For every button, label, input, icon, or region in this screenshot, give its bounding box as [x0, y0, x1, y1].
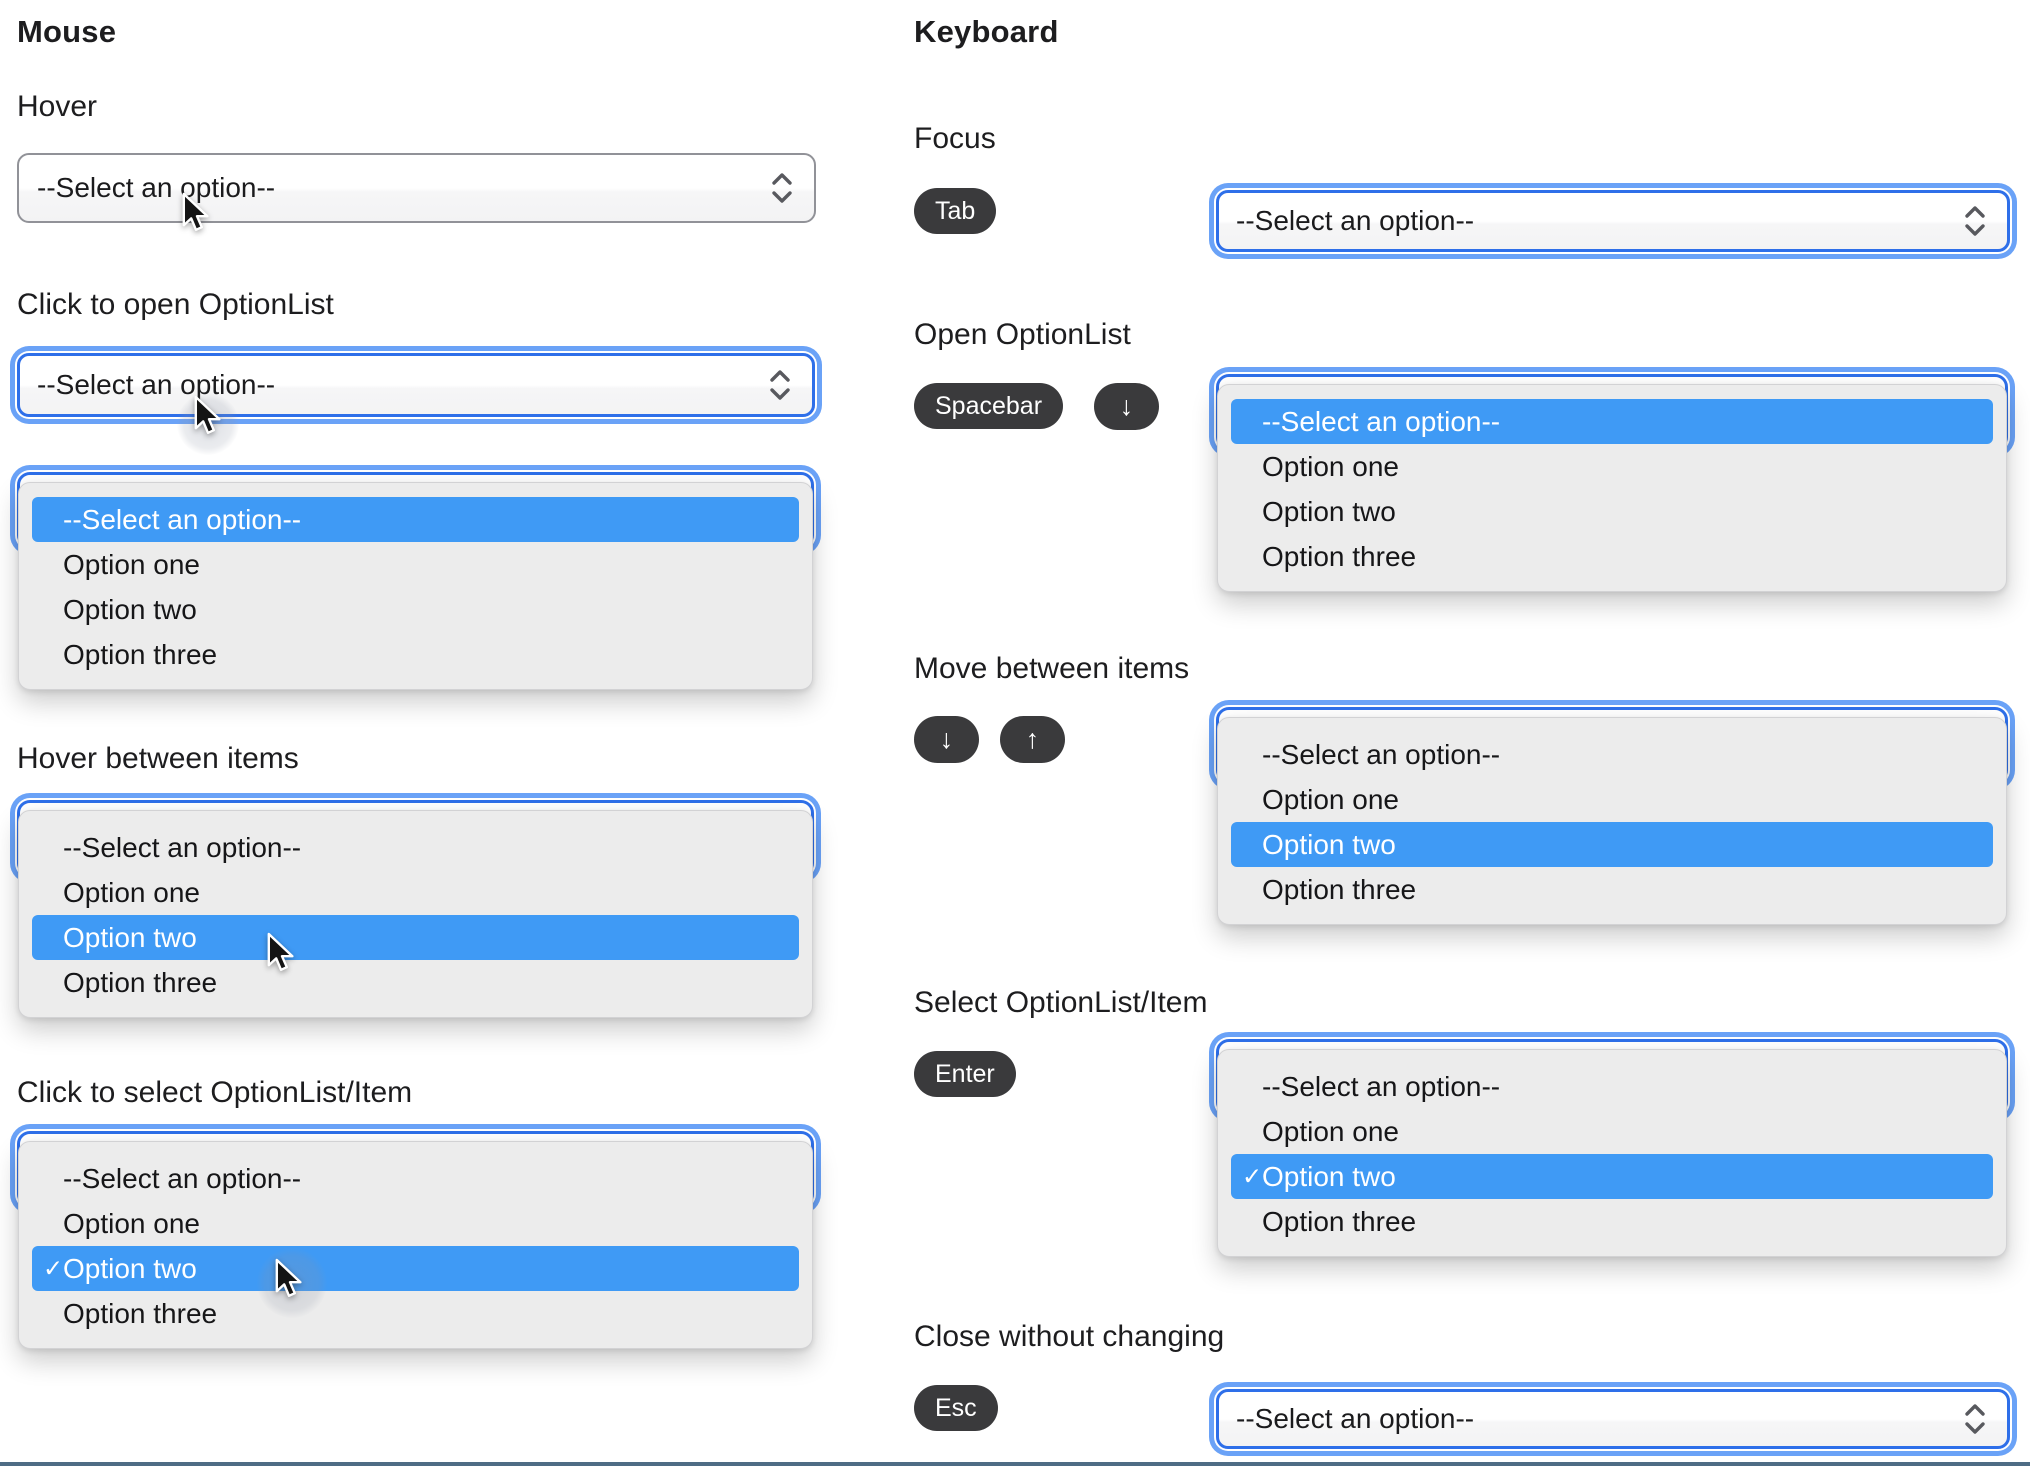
option-item[interactable]: Option one: [32, 870, 799, 915]
option-list: --Select an option-- Option one Option t…: [18, 810, 813, 1018]
mouse-cursor-icon: [182, 192, 209, 231]
optionlist-move: --Select an option-- Option one Option t…: [1212, 707, 2012, 937]
option-list: --Select an option-- Option one ✓ Option…: [18, 1141, 813, 1349]
select-close-without-changing[interactable]: --Select an option--: [1216, 1389, 2010, 1449]
option-item[interactable]: Option three: [1231, 534, 1993, 579]
close-section-label: Close without changing: [914, 1320, 1225, 1353]
optionlist-open: --Select an option-- Option one Option t…: [13, 472, 818, 702]
option-item[interactable]: Option one: [32, 542, 799, 587]
option-list: --Select an option-- Option one ✓ Option…: [1217, 1049, 2007, 1257]
option-item[interactable]: Option three: [32, 960, 799, 1005]
key-tab: Tab: [914, 188, 997, 234]
optionlist-click-select: --Select an option-- Option one ✓ Option…: [13, 1131, 818, 1361]
option-item-selected[interactable]: ✓ Option two: [1231, 1154, 1993, 1199]
chevron-up-down-icon: [1965, 1404, 1985, 1434]
option-item-selected[interactable]: --Select an option--: [32, 497, 799, 542]
hover-section-label: Hover: [17, 90, 98, 123]
mouse-cursor-icon: [275, 1258, 302, 1297]
mouse-cursor-icon: [194, 395, 221, 434]
select-value: --Select an option--: [1236, 1403, 1475, 1434]
option-item[interactable]: Option three: [32, 1291, 799, 1336]
key-enter: Enter: [914, 1051, 1016, 1097]
check-icon: ✓: [1242, 1163, 1263, 1190]
option-item[interactable]: Option one: [1231, 1109, 1993, 1154]
option-item[interactable]: --Select an option--: [1231, 732, 1993, 777]
click-select-section-label: Click to select OptionList/Item: [17, 1076, 413, 1109]
hover-items-section-label: Hover between items: [17, 742, 299, 775]
option-item[interactable]: Option three: [1231, 867, 1993, 912]
option-item[interactable]: Option one: [1231, 444, 1993, 489]
select-focused[interactable]: --Select an option--: [1216, 190, 2010, 252]
option-item[interactable]: --Select an option--: [32, 1156, 799, 1201]
option-item[interactable]: Option three: [32, 632, 799, 677]
select-click-to-open[interactable]: --Select an option--: [17, 353, 815, 417]
option-list: --Select an option-- Option one Option t…: [1217, 717, 2007, 925]
option-item-active[interactable]: Option two: [1231, 822, 1993, 867]
check-icon: ✓: [43, 1255, 64, 1282]
key-arrow-up: ↑: [1000, 716, 1065, 763]
key-spacebar: Spacebar: [914, 383, 1064, 429]
option-list: --Select an option-- Option one Option t…: [1217, 384, 2007, 592]
option-item-selected[interactable]: ✓ Option two: [32, 1246, 799, 1291]
open-optionlist-section-label: Open OptionList: [914, 318, 1131, 351]
option-item[interactable]: Option three: [1231, 1199, 1993, 1244]
option-item[interactable]: Option one: [1231, 777, 1993, 822]
key-arrow-down: ↓: [914, 716, 979, 763]
bottom-divider: [0, 1462, 2030, 1466]
option-item[interactable]: Option one: [32, 1201, 799, 1246]
option-item-hovered[interactable]: Option two: [32, 915, 799, 960]
optionlist-hover-items: --Select an option-- Option one Option t…: [13, 800, 818, 1030]
chevron-up-down-icon: [772, 173, 792, 203]
focus-section-label: Focus: [914, 122, 996, 155]
chevron-up-down-icon: [770, 370, 790, 400]
keyboard-column-title: Keyboard: [914, 14, 1059, 49]
option-item[interactable]: Option two: [1231, 489, 1993, 534]
chevron-up-down-icon: [1965, 206, 1985, 236]
key-arrow-down: ↓: [1094, 383, 1159, 430]
page: Mouse Hover --Select an option-- Click t…: [0, 0, 2030, 1471]
mouse-cursor-icon: [267, 932, 294, 971]
option-item[interactable]: --Select an option--: [32, 825, 799, 870]
optionlist-open-keyboard: --Select an option-- Option one Option t…: [1212, 374, 2012, 604]
option-item[interactable]: Option two: [32, 587, 799, 632]
select-value: --Select an option--: [37, 172, 276, 203]
select-item-section-label: Select OptionList/Item: [914, 986, 1208, 1019]
select-hover[interactable]: --Select an option--: [17, 153, 816, 223]
select-value: --Select an option--: [1236, 205, 1475, 236]
option-item[interactable]: --Select an option--: [1231, 1064, 1993, 1109]
optionlist-select-item: --Select an option-- Option one ✓ Option…: [1212, 1039, 2012, 1269]
click-open-section-label: Click to open OptionList: [17, 288, 334, 321]
select-value: --Select an option--: [37, 369, 276, 400]
key-esc: Esc: [914, 1385, 998, 1431]
mouse-column-title: Mouse: [17, 14, 117, 49]
option-list: --Select an option-- Option one Option t…: [18, 482, 813, 690]
move-section-label: Move between items: [914, 652, 1190, 685]
option-item-selected[interactable]: --Select an option--: [1231, 399, 1993, 444]
